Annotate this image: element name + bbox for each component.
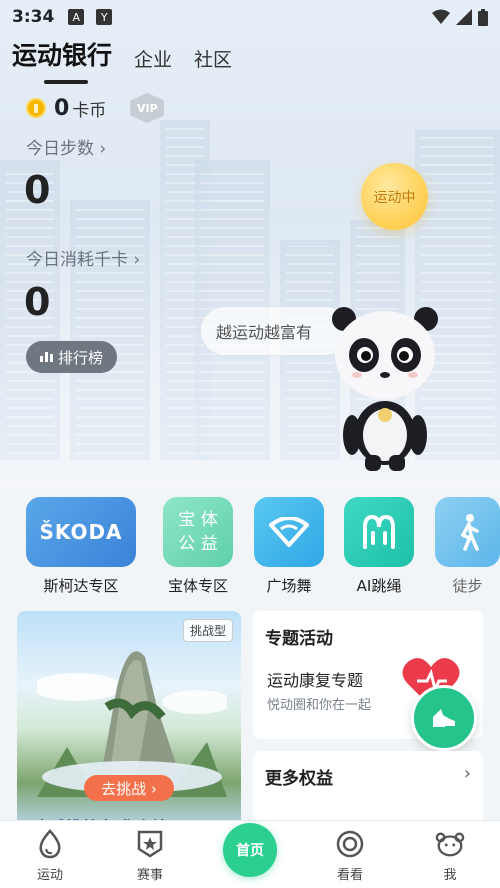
- nav-sports[interactable]: 运动: [20, 829, 80, 883]
- mountain-image: [37, 651, 227, 797]
- swirl-icon: [335, 829, 365, 859]
- signal-icon: [456, 9, 472, 25]
- calories-value: 0: [24, 280, 51, 324]
- nav-watch[interactable]: 看看: [320, 829, 380, 883]
- vip-badge-icon[interactable]: VIP: [130, 93, 165, 123]
- coin-icon: [26, 98, 46, 118]
- tab-community[interactable]: 社区: [194, 45, 232, 72]
- sneaker-icon: [433, 709, 457, 728]
- panda-mascot[interactable]: [330, 305, 440, 475]
- skoda-logo-icon: ŠKODA: [26, 497, 136, 567]
- notification-y-icon: Y: [96, 9, 113, 25]
- start-workout-button[interactable]: [411, 685, 477, 751]
- badge-star-icon: [135, 829, 165, 859]
- shortcut-ai-jump-rope[interactable]: AI跳绳: [344, 497, 414, 596]
- walking-icon: [435, 497, 500, 567]
- shortcut-row: ŠKODA 斯柯达专区 宝 体 公 益 宝体专区 广场舞 AI跳绳 徒步: [0, 497, 500, 602]
- bar-chart-icon: [39, 352, 53, 362]
- go-challenge-button[interactable]: 去挑战 ›: [84, 775, 174, 801]
- coin-unit: 卡币: [72, 100, 107, 121]
- wifi-icon: [432, 9, 450, 24]
- baoti-logo-icon: 宝 体 公 益: [163, 497, 233, 567]
- nav-home-button[interactable]: 首页: [223, 823, 277, 877]
- status-bar: 3:34 A Y: [0, 0, 500, 34]
- battery-icon: [478, 8, 488, 26]
- shortcut-label: 徒步: [452, 577, 483, 595]
- topic-subtitle: 运动康复专题: [267, 671, 364, 690]
- top-tabs: 运动银行 企业 社区: [12, 36, 232, 84]
- fan-icon: [254, 497, 324, 567]
- nav-me[interactable]: 我: [420, 829, 480, 883]
- topic-description: 悦动圈和你在一起: [267, 698, 372, 713]
- tab-enterprise[interactable]: 企业: [134, 45, 172, 72]
- shortcut-skoda[interactable]: ŠKODA 斯柯达专区: [26, 497, 136, 596]
- shortcut-label: AI跳绳: [356, 577, 402, 595]
- status-time: 3:34: [12, 7, 55, 27]
- building-decoration: [70, 200, 150, 460]
- shortcut-baoti[interactable]: 宝 体 公 益 宝体专区: [163, 497, 233, 596]
- steps-value: 0: [24, 168, 51, 212]
- notification-a-icon: A: [68, 9, 85, 25]
- speech-bubble: 越运动越富有: [200, 306, 350, 356]
- nav-label: 我: [443, 868, 457, 883]
- nav-events[interactable]: 赛事: [120, 829, 180, 883]
- coin-balance[interactable]: 0 卡币 VIP: [26, 93, 165, 123]
- nav-label: 看看: [336, 868, 363, 883]
- chevron-right-icon: ›: [463, 763, 471, 784]
- more-benefits-title: 更多权益: [265, 769, 333, 789]
- shortcut-hiking[interactable]: 徒步: [435, 497, 500, 596]
- challenge-type-tag: 挑战型: [182, 619, 233, 642]
- shortcut-label: 斯柯达专区: [43, 577, 119, 595]
- jump-rope-icon: [344, 497, 414, 567]
- leaderboard-button[interactable]: 排行榜: [26, 341, 117, 373]
- shortcut-label: 宝体专区: [167, 577, 228, 595]
- shortcut-square-dance[interactable]: 广场舞: [254, 497, 324, 596]
- topic-card-title: 专题活动: [265, 629, 333, 649]
- more-benefits-card[interactable]: 更多权益 ›: [253, 751, 483, 826]
- bear-face-icon: [435, 829, 465, 859]
- nav-label: 运动: [36, 868, 63, 883]
- steps-label[interactable]: 今日步数 ›: [26, 134, 106, 159]
- shortcut-label: 广场舞: [266, 577, 312, 595]
- sport-status-button[interactable]: 运动中: [361, 163, 428, 230]
- leaderboard-label: 排行榜: [57, 348, 103, 367]
- calories-label[interactable]: 今日消耗千卡 ›: [26, 245, 140, 270]
- coin-value: 0: [54, 95, 70, 121]
- tab-sports-bank[interactable]: 运动银行: [12, 36, 112, 84]
- drop-icon: [35, 829, 65, 859]
- nav-label: 赛事: [136, 868, 163, 883]
- bottom-navigation: 运动 赛事 首页 看看 我: [0, 820, 500, 888]
